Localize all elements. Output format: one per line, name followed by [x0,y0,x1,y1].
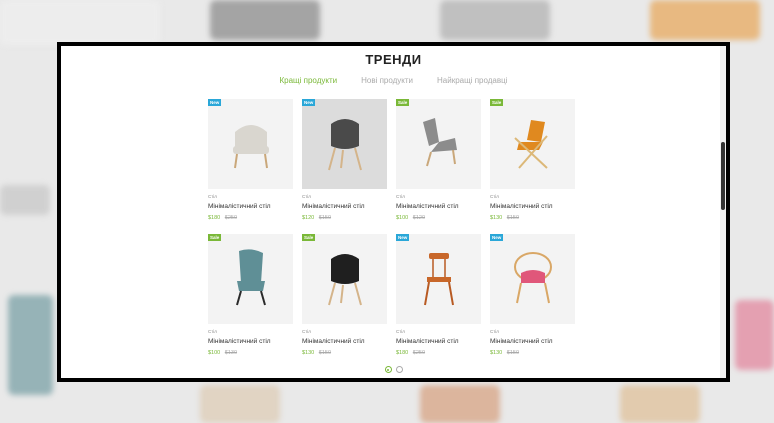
product-image[interactable]: Sale [302,234,387,324]
product-card[interactable]: New Стіл Мінімалістичний стіл $180 $250 [396,234,481,357]
lounge-chair-orange-icon [503,112,563,177]
product-badge: Sale [396,99,410,106]
pagination-dot-2[interactable] [395,366,403,373]
product-price: $130 $150 [490,350,575,357]
product-image[interactable]: New [490,234,575,324]
product-category: Стіл [302,194,311,199]
product-badge: Sale [302,234,316,241]
armchair-beige-icon [221,112,281,177]
product-badge: New [490,234,504,241]
product-name[interactable]: Мінімалістичний стіл [490,338,575,347]
product-image[interactable]: Sale [208,234,293,324]
trending-modal: ТРЕНДИ Кращі продукти Нові продукти Найк… [61,46,726,378]
product-price: $100 $130 [208,350,293,357]
wingback-chair-grey-icon [409,112,469,177]
product-card[interactable]: Sale Стіл Мінімалістичний стіл $130 $150 [490,99,575,222]
product-name[interactable]: Мінімалістичний стіл [208,338,293,347]
old-price: $130 [224,350,238,356]
current-price: $180 [208,215,221,221]
old-price: $150 [506,215,520,221]
scrollbar-thumb[interactable] [721,142,725,210]
product-badge: New [396,234,410,241]
product-name[interactable]: Мінімалістичний стіл [302,338,387,347]
product-card[interactable]: New Стіл Мінімалістичний стіл $180 $250 [208,99,293,222]
product-card[interactable]: New Стіл Мінімалістичний стіл $120 $150 [302,99,387,222]
highback-chair-teal-icon [221,247,281,312]
product-category: Стіл [208,194,217,199]
product-category: Стіл [302,329,311,334]
current-price: $130 [490,350,503,356]
old-price: $150 [318,215,332,221]
product-price: $180 $250 [208,215,293,222]
product-name[interactable]: Мінімалістичний стіл [490,203,575,212]
rattan-chair-pink-icon [503,247,563,312]
old-price: $150 [506,350,520,356]
product-card[interactable]: New Стіл Мінімалістичний стіл $130 $150 [490,234,575,357]
product-price: $120 $150 [302,215,387,222]
old-price: $250 [224,215,238,221]
current-price: $100 [396,215,409,221]
product-badge: New [302,99,316,106]
product-tabs: Кращі продукти Нові продукти Найкращі пр… [61,76,726,85]
wood-chair-orange-icon [409,247,469,312]
pagination-dot-1[interactable] [384,366,392,373]
product-badge: Sale [490,99,504,106]
tab-best-products[interactable]: Кращі продукти [280,76,338,85]
product-image[interactable]: New [302,99,387,189]
section-title: ТРЕНДИ [365,52,422,67]
current-price: $180 [396,350,409,356]
product-badge: Sale [208,234,222,241]
tab-new-products[interactable]: Нові продукти [361,76,413,85]
product-card[interactable]: Sale Стіл Мінімалістичний стіл $100 $130 [208,234,293,357]
product-image[interactable]: Sale [396,99,481,189]
scrollbar[interactable] [720,46,726,378]
product-image[interactable]: Sale [490,99,575,189]
modal-frame: ТРЕНДИ Кращі продукти Нові продукти Найк… [57,42,730,382]
product-name[interactable]: Мінімалістичний стіл [208,203,293,212]
current-price: $130 [302,350,315,356]
current-price: $130 [490,215,503,221]
product-name[interactable]: Мінімалістичний стіл [396,203,481,212]
product-category: Стіл [490,194,499,199]
tab-best-sellers[interactable]: Найкращі продавці [437,76,507,85]
product-category: Стіл [208,329,217,334]
old-price: $150 [318,350,332,356]
old-price: $120 [412,215,426,221]
product-name[interactable]: Мінімалістичний стіл [302,203,387,212]
product-card[interactable]: Sale Стіл Мінімалістичний стіл $100 $120 [396,99,481,222]
current-price: $100 [208,350,221,356]
shell-chair-grey-icon [315,112,375,177]
product-category: Стіл [396,329,405,334]
product-badge: New [208,99,222,106]
pagination-dots [61,366,726,373]
current-price: $120 [302,215,315,221]
product-image[interactable]: New [396,234,481,324]
product-name[interactable]: Мінімалістичний стіл [396,338,481,347]
product-image[interactable]: New [208,99,293,189]
product-category: Стіл [396,194,405,199]
product-price: $100 $120 [396,215,481,222]
old-price: $250 [412,350,426,356]
product-price: $130 $150 [490,215,575,222]
product-price: $180 $250 [396,350,481,357]
product-card[interactable]: Sale Стіл Мінімалістичний стіл $130 $150 [302,234,387,357]
shell-chair-black-icon [315,247,375,312]
product-category: Стіл [490,329,499,334]
product-price: $130 $150 [302,350,387,357]
